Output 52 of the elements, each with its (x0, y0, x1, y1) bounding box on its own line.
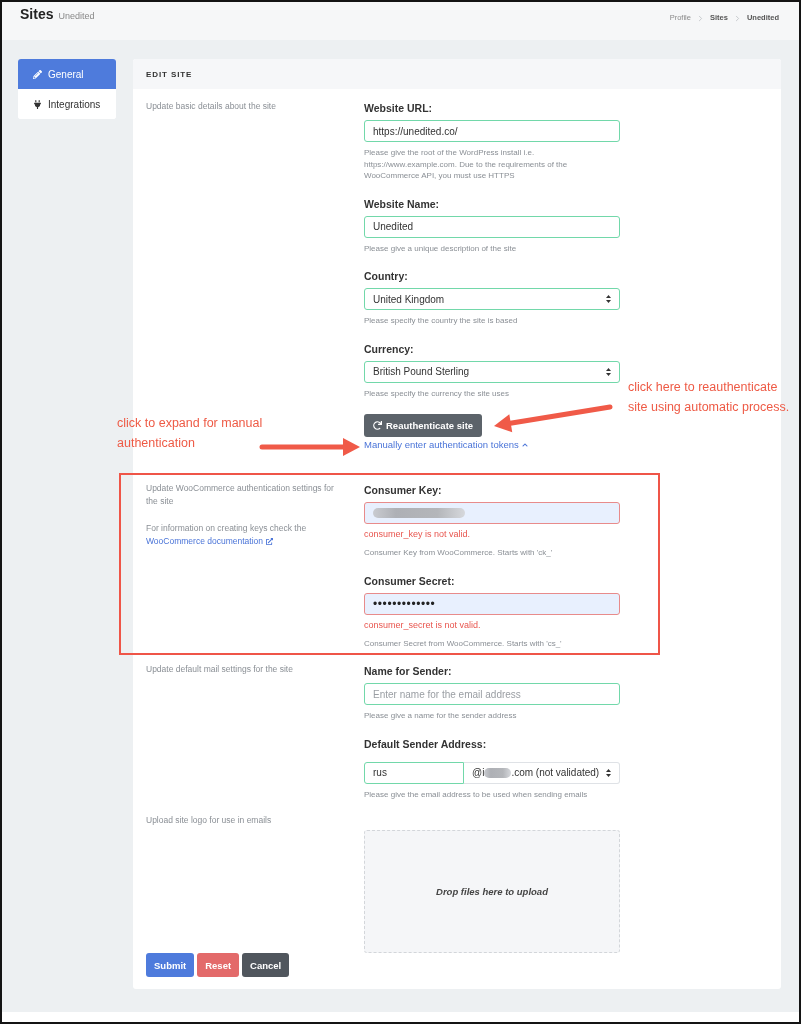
select-arrows-icon (606, 367, 611, 376)
password-field[interactable]: ••••••••••••• (364, 592, 620, 615)
section-description: Update WooCommerce authentication settings for the site (146, 482, 335, 508)
section-description: Update basic details about the site (146, 100, 277, 113)
documentation-link[interactable]: WooCommerce documentation (146, 535, 273, 548)
reauthenticate-button[interactable]: Reauthenticate site (364, 414, 483, 437)
arrow-icon (494, 404, 613, 433)
select-field[interactable]: British Pound Sterling (364, 360, 620, 383)
external-link-icon (266, 538, 273, 545)
page-title: Sites (20, 5, 54, 23)
field-label: Website URL: (364, 101, 434, 115)
annotation-text: click to expand for manual authentication (117, 415, 264, 452)
field-label: Name for Sender: (364, 664, 453, 678)
select-arrows-icon (606, 768, 611, 777)
select-field[interactable]: United Kingdom (364, 288, 620, 310)
annotation-text: click here to reauthenticate site using automatic process. (628, 379, 791, 416)
toggle-link[interactable]: Manually enter authentication tokens (364, 439, 528, 451)
input-field[interactable]: rus (364, 761, 464, 784)
input-field[interactable]: Unedited (364, 215, 620, 238)
help-text: Please give the email address to be used when sending emails (364, 788, 589, 800)
sidebar-tab[interactable]: General (18, 59, 116, 89)
help-text: Please give a name for the sender address (364, 710, 518, 722)
input-field[interactable]: https://unedited.co/ (364, 120, 620, 142)
form-button[interactable]: Submit (146, 953, 195, 977)
help-text: Consumer Key from WooCommerce. Starts with 'ck_' (364, 547, 554, 559)
section-description: For information on creating keys check the WooCommerce documentation (146, 522, 308, 548)
help-text: Please specify the currency the site uses (364, 387, 510, 399)
page-subtitle: Unedited (58, 11, 95, 21)
field-label: Website Name: (364, 196, 441, 211)
error-message: consumer_key is not valid. (364, 528, 472, 540)
pencil-icon (33, 69, 42, 79)
help-text: Please give the root of the WordPress install i.e. https://www.example.com. Due to the requirements of the WooCommerce API, you must use HTTPS (364, 147, 569, 182)
input-field[interactable] (364, 502, 620, 524)
plug-icon (33, 99, 42, 109)
help-text: Please specify the country the site is based (364, 315, 519, 327)
refresh-icon (373, 421, 382, 430)
section-description: Upload site logo for use in emails (146, 814, 273, 827)
help-text: Consumer Secret from WooCommerce. Starts with 'cs_' (364, 637, 563, 649)
arrow-icon (259, 438, 360, 456)
field-label: Country: (364, 269, 409, 283)
select-field[interactable]: @i .com (not validated) (464, 761, 620, 784)
help-text: Please give a unique description of the site (364, 242, 518, 254)
field-label: Default Sender Address: (364, 736, 488, 751)
file-drop-zone[interactable]: Drop files here to upload (364, 830, 620, 953)
field-label: Consumer Secret: (364, 573, 456, 588)
section-description: Update default mail settings for the site (146, 663, 294, 676)
field-label: Currency: (364, 341, 415, 356)
error-message: consumer_secret is not valid. (364, 618, 482, 631)
card-title: EDIT SITE (146, 69, 193, 79)
form-button[interactable]: Cancel (242, 953, 290, 977)
select-arrows-icon (606, 295, 611, 303)
field-label: Consumer Key: (364, 483, 443, 497)
